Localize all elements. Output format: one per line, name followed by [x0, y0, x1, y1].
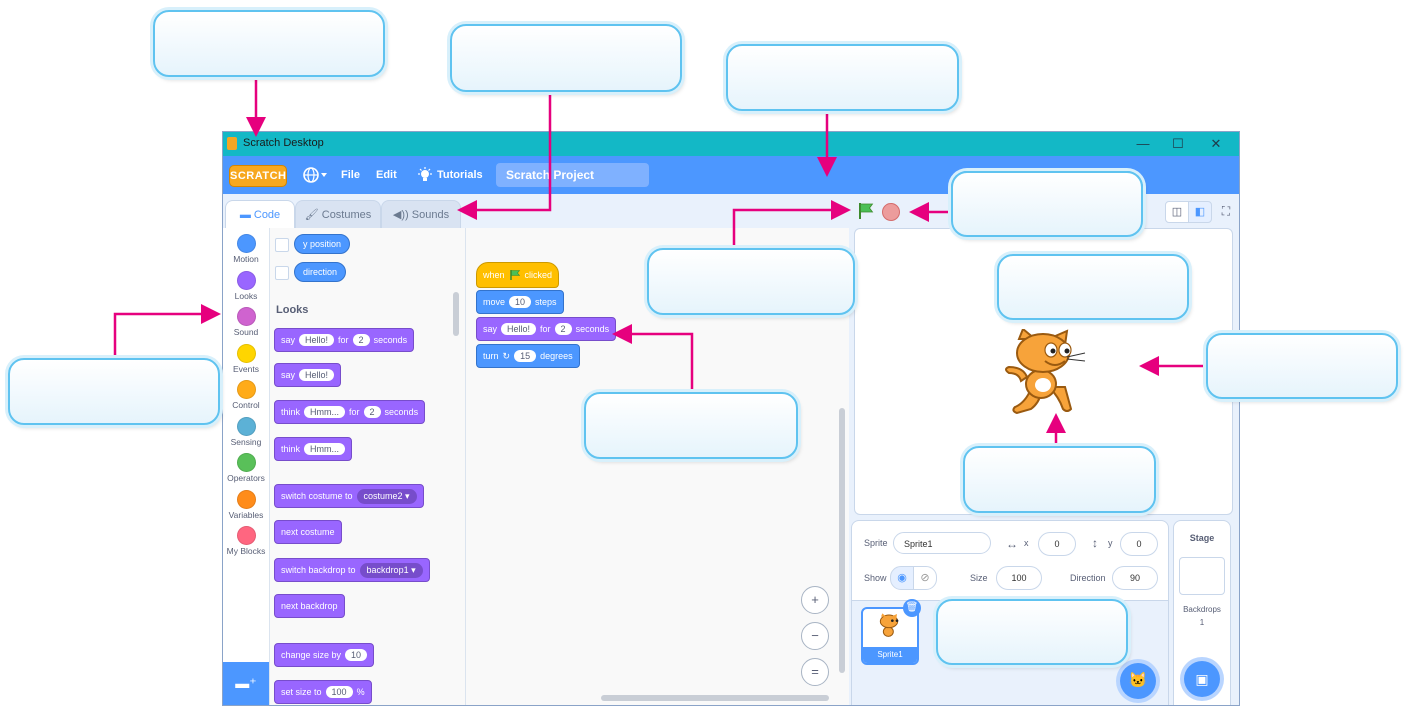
- callout-box: [726, 44, 959, 111]
- callout-box: [8, 358, 220, 425]
- callout-box: [153, 10, 385, 77]
- callout-box: [1206, 333, 1398, 399]
- annotation-arrows: [113, 77, 1208, 448]
- callout-box: [951, 171, 1143, 237]
- callout-box: [450, 24, 682, 92]
- callout-box: [647, 248, 855, 315]
- callout-box: [997, 254, 1189, 320]
- callout-box: [963, 446, 1156, 513]
- callout-box: [584, 392, 798, 459]
- callout-box: [936, 599, 1128, 665]
